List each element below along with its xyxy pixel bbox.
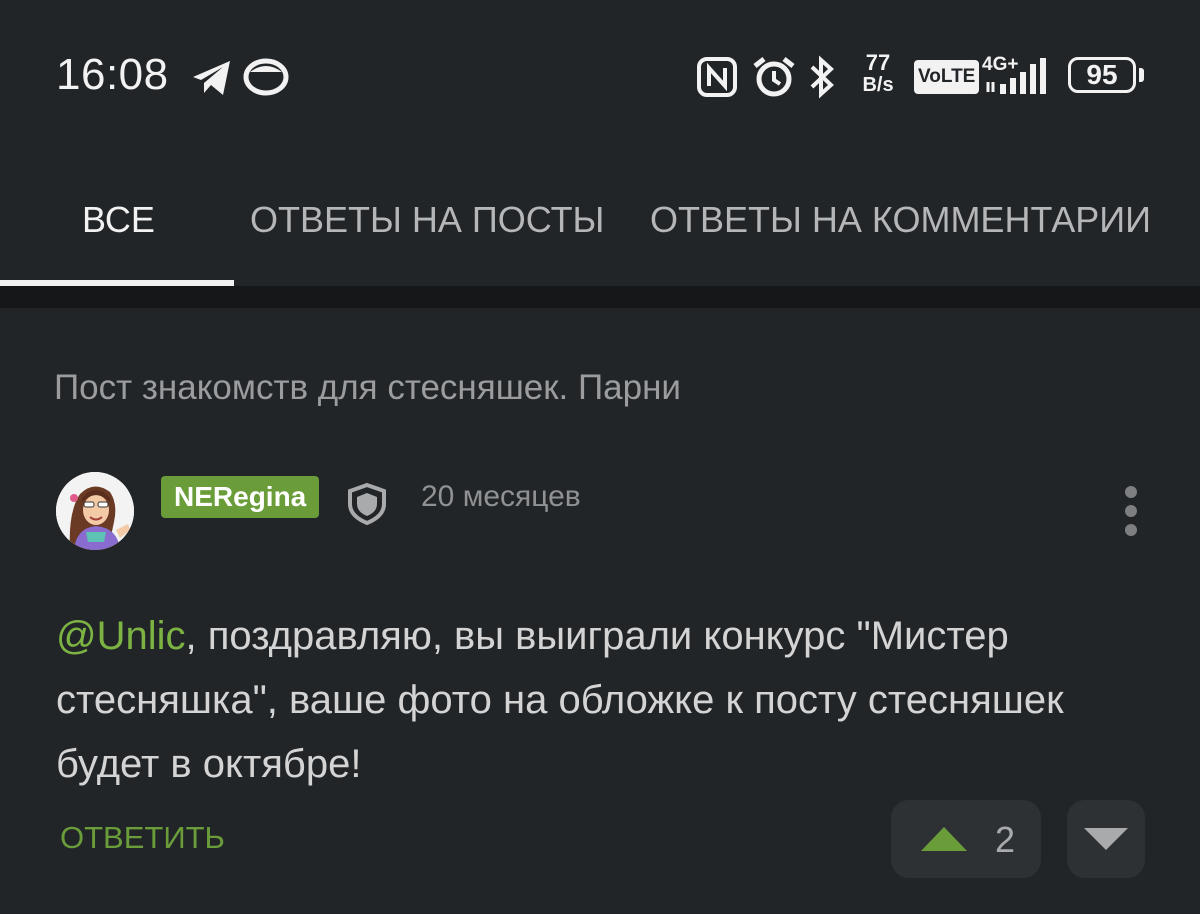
avatar-image bbox=[56, 472, 134, 550]
battery-tip bbox=[1139, 68, 1144, 82]
more-options-icon[interactable] bbox=[1118, 484, 1144, 538]
net-speed: 77 B/s bbox=[856, 50, 900, 97]
net-speed-unit: B/s bbox=[862, 74, 894, 96]
nfc-icon bbox=[697, 57, 737, 97]
battery-icon: 95 bbox=[1068, 57, 1136, 93]
tab-comment-replies[interactable]: ОТВЕТЫ НА КОММЕНТАРИИ bbox=[650, 190, 1151, 250]
signal-icon bbox=[986, 58, 1046, 94]
bluetooth-icon bbox=[810, 55, 834, 99]
status-bar: 16:08 77 B/s VoLTE 4G+ 95 bbox=[0, 0, 1200, 150]
alarm-icon bbox=[753, 57, 795, 97]
tab-post-replies[interactable]: ОТВЕТЫ НА ПОСТЫ bbox=[250, 190, 604, 250]
author-username[interactable]: NERegina bbox=[161, 476, 320, 518]
divider bbox=[0, 286, 1200, 308]
arrow-up-icon bbox=[921, 827, 967, 851]
post-title-link[interactable]: Пост знакомств для стесняшек. Парни bbox=[54, 368, 681, 408]
status-time: 16:08 bbox=[56, 50, 169, 99]
downvote-button[interactable] bbox=[1067, 800, 1145, 878]
comment-age: 20 месяцев bbox=[421, 480, 581, 513]
user-mention-link[interactable]: @Unlic bbox=[56, 614, 186, 658]
comment-body: , поздравляю, вы выиграли конкурс "Мисте… bbox=[56, 614, 1064, 786]
avatar[interactable] bbox=[56, 472, 134, 550]
reply-button[interactable]: ОТВЕТИТЬ bbox=[60, 820, 225, 856]
notification-list: Пост знакомств для стесняшек. Парни NERe… bbox=[0, 308, 1200, 914]
rating-count: 2 bbox=[995, 819, 1016, 860]
notification-app-icon bbox=[243, 58, 289, 96]
net-speed-value: 77 bbox=[865, 50, 891, 75]
telegram-icon bbox=[193, 61, 230, 95]
battery-level: 95 bbox=[1086, 59, 1118, 90]
tab-all[interactable]: ВСЕ bbox=[82, 190, 155, 250]
shield-icon bbox=[348, 482, 386, 526]
arrow-down-icon bbox=[1084, 828, 1128, 850]
volte-badge: VoLTE bbox=[914, 60, 980, 94]
comment-text: @Unlic, поздравляю, вы выиграли конкурс … bbox=[56, 604, 1146, 796]
upvote-button[interactable]: 2 bbox=[891, 800, 1041, 878]
tab-bar: ВСЕ ОТВЕТЫ НА ПОСТЫ ОТВЕТЫ НА КОММЕНТАРИ… bbox=[0, 150, 1200, 286]
volte-label: VoLTE bbox=[918, 66, 976, 87]
